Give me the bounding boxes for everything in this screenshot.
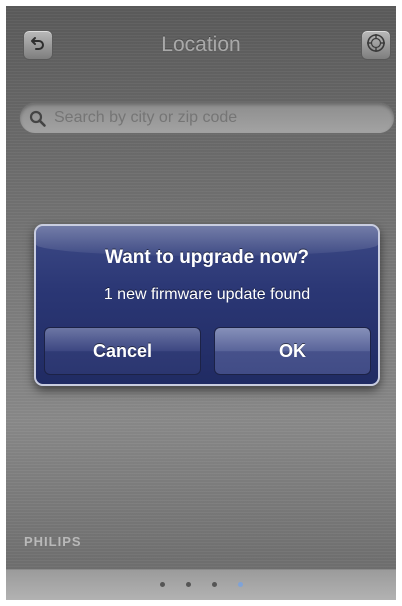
cancel-button-label: Cancel [92,340,153,361]
search-input[interactable] [54,107,374,129]
search-icon [29,110,47,133]
brand-logo: PHILIPS [24,534,82,549]
app-screen: Location Want to upgra [6,6,396,600]
cancel-button[interactable]: Cancel [44,327,201,375]
upgrade-dialog: Want to upgrade now? 1 new firmware upda… [34,224,380,386]
page-dot-2[interactable] [185,582,191,587]
page-dots [6,582,396,587]
dialog-message: 1 new firmware update found [103,286,311,303]
page-dot-3[interactable] [211,582,217,587]
page-dot-1[interactable] [159,582,165,587]
search-bar [19,102,395,134]
ok-button-label: OK [279,340,306,361]
compass-button[interactable] [361,30,391,60]
page-indicator-bar [6,569,396,600]
page-dot-4[interactable] [237,582,243,587]
dialog-title: Want to upgrade now? [104,247,310,268]
ok-button[interactable]: OK [214,327,371,375]
compass-icon [366,33,386,58]
page-title: Location [161,33,241,56]
header-bar: Location [6,6,396,86]
